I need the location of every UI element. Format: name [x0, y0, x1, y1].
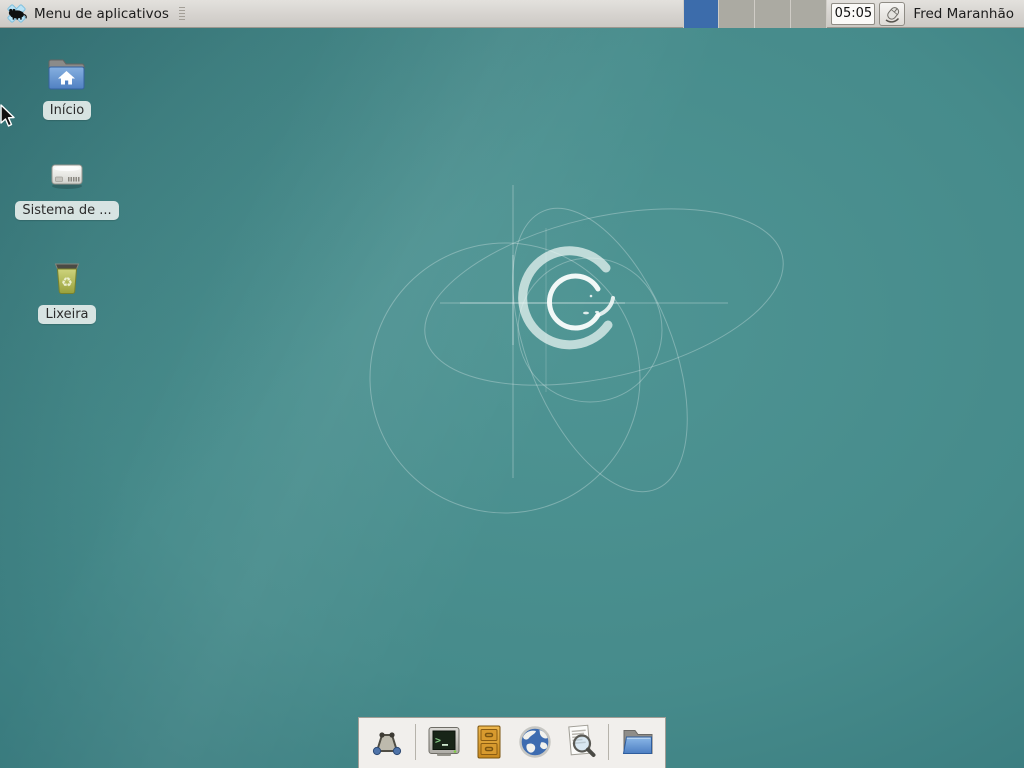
- show-desktop-button[interactable]: [367, 722, 407, 763]
- dock: >: [358, 717, 666, 768]
- workspace-4[interactable]: [791, 0, 827, 28]
- file-cabinet-icon: [469, 722, 509, 762]
- panel-right-cluster: 05:05 Fred Maranhão: [683, 0, 1024, 27]
- desktop-icon-label: Início: [43, 101, 91, 120]
- workspace-switcher: [683, 0, 827, 28]
- top-panel: Menu de aplicativos 05:05: [0, 0, 1024, 28]
- terminal-icon: >: [424, 722, 464, 762]
- svg-text:>: >: [435, 736, 441, 747]
- workspace-2[interactable]: [719, 0, 755, 28]
- mouse-cursor: [0, 103, 19, 129]
- username: Fred Maranhão: [913, 6, 1014, 22]
- desktop-icon-label: Lixeira: [38, 305, 95, 324]
- xfce-logo-icon: [5, 2, 28, 25]
- desktop-icon-trash[interactable]: ♻ Lixeira: [12, 260, 122, 324]
- folder-icon: [617, 722, 657, 762]
- web-browser-launcher[interactable]: [515, 722, 555, 763]
- mouse-device-icon: [882, 4, 902, 24]
- terminal-launcher[interactable]: >: [424, 722, 464, 763]
- hard-drive-icon: [45, 158, 89, 194]
- file-search-launcher[interactable]: [560, 722, 600, 763]
- home-folder-icon: [45, 56, 89, 94]
- desktop: Menu de aplicativos 05:05: [0, 0, 1024, 768]
- trash-bin-icon: ♻: [45, 260, 89, 298]
- user-action-button[interactable]: [879, 2, 905, 26]
- svg-text:♻: ♻: [61, 276, 73, 291]
- applications-menu-button[interactable]: Menu de aplicativos: [0, 0, 191, 27]
- workspace-3[interactable]: [755, 0, 791, 28]
- file-manager-launcher[interactable]: [469, 722, 509, 763]
- debian-swirl-wallpaper: [0, 0, 1024, 768]
- panel-grip-handle[interactable]: [179, 7, 185, 20]
- dock-separator: [415, 724, 416, 760]
- globe-icon: [515, 722, 555, 762]
- applications-menu-label: Menu de aplicativos: [34, 6, 169, 22]
- clock[interactable]: 05:05: [831, 3, 875, 25]
- desktop-icon-label: Sistema de ...: [15, 201, 118, 220]
- dock-separator: [608, 724, 609, 760]
- workspace-1[interactable]: [683, 0, 719, 28]
- search-document-icon: [560, 722, 600, 762]
- desktop-icon-home[interactable]: Início: [12, 56, 122, 120]
- folder-launcher[interactable]: [617, 722, 657, 763]
- show-desktop-icon: [367, 722, 407, 762]
- desktop-icon-filesystem[interactable]: Sistema de ...: [12, 158, 122, 220]
